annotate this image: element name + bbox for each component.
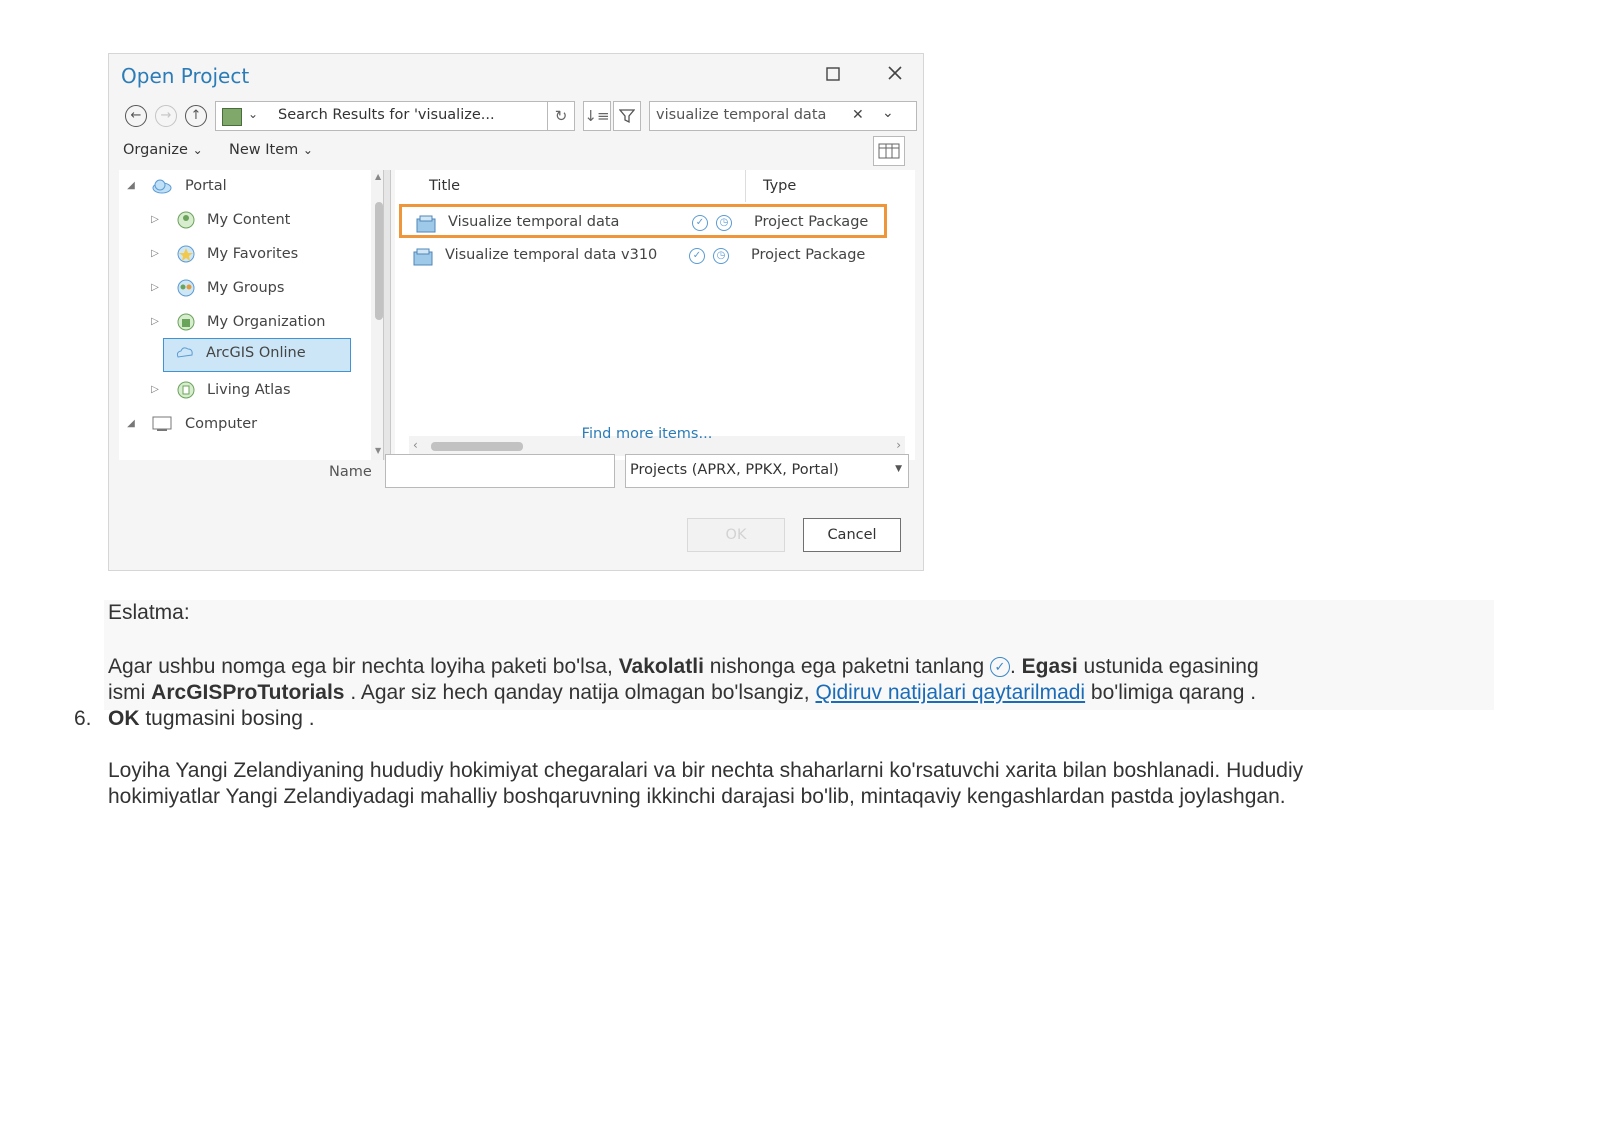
ok-button[interactable]: OK xyxy=(687,518,785,552)
scroll-up-icon[interactable]: ▲ xyxy=(375,172,381,181)
chevron-down-icon: ⌄ xyxy=(302,143,313,157)
back-arrow-icon: ← xyxy=(130,108,142,123)
arcgis-online-cloud-icon xyxy=(176,347,193,358)
file-type-value: Projects (APRX, PPKX, Portal) xyxy=(630,462,839,478)
navigation-toolbar: ← → ↑ ⌄ Search Results for 'visualize...… xyxy=(121,101,917,131)
note-paragraph-line-1: Agar ushbu nomga ega bir nechta loyiha p… xyxy=(108,655,1259,678)
find-more-row: Find more items... xyxy=(109,426,925,442)
dropdown-arrow-icon: ▼ xyxy=(895,464,902,474)
my-content-icon xyxy=(177,211,195,229)
expand-icon[interactable]: ▷ xyxy=(149,384,161,395)
maximize-icon xyxy=(826,67,840,81)
column-header-type[interactable]: Type xyxy=(763,178,796,194)
name-field[interactable] xyxy=(385,454,615,488)
location-path: Search Results for 'visualize... xyxy=(278,107,495,123)
living-atlas-icon xyxy=(177,381,195,399)
view-toggle-button[interactable] xyxy=(873,136,905,166)
forward-arrow-icon: → xyxy=(160,108,172,123)
list-item[interactable]: Visualize temporal data ✓ ◷ Project Pack… xyxy=(399,204,887,238)
tree-item-arcgis-online[interactable]: ArcGIS Online xyxy=(163,338,351,372)
collapse-icon[interactable]: ◢ xyxy=(125,180,137,191)
chevron-down-icon: ⌄ xyxy=(192,143,203,157)
tree-item-my-groups[interactable]: ▷ My Groups xyxy=(119,272,367,306)
tree-item-my-content[interactable]: ▷ My Content xyxy=(119,204,367,238)
chevron-down-icon[interactable]: ⌄ xyxy=(248,107,258,121)
find-more-items-link[interactable]: Find more items... xyxy=(582,426,713,442)
expand-icon[interactable]: ▷ xyxy=(149,282,161,293)
clear-search-icon[interactable]: ✕ xyxy=(852,107,864,123)
forward-button[interactable]: → xyxy=(155,105,177,127)
new-item-menu[interactable]: New Item ⌄ xyxy=(229,142,313,158)
pane-splitter[interactable] xyxy=(383,170,391,460)
note-heading: Eslatma: xyxy=(108,601,190,624)
intro-paragraph-line-1: Loyiha Yangi Zelandiyaning hududiy hokim… xyxy=(108,759,1304,782)
scroll-down-icon[interactable]: ▼ xyxy=(375,446,381,455)
column-divider[interactable] xyxy=(745,170,746,202)
item-type: Project Package xyxy=(754,214,869,230)
refresh-icon: ↻ xyxy=(554,107,568,125)
map-thumbnail-icon xyxy=(222,108,242,126)
name-label: Name xyxy=(329,464,372,480)
no-results-link[interactable]: Qidiruv natijalari qaytarilmadi xyxy=(815,681,1085,704)
item-title: Visualize temporal data v310 xyxy=(445,247,658,263)
intro-paragraph-line-2: hokimiyatlar Yangi Zelandiyadagi mahalli… xyxy=(108,785,1286,808)
details-view-icon xyxy=(878,143,900,159)
project-package-icon xyxy=(416,215,436,233)
sort-button[interactable]: ↓≡ xyxy=(583,101,611,131)
authoritative-check-icon: ✓ xyxy=(989,657,1010,677)
tree-scroll-thumb[interactable] xyxy=(375,202,383,320)
tree-item-portal[interactable]: ◢ Portal xyxy=(119,170,367,204)
cancel-button[interactable]: Cancel xyxy=(803,518,901,552)
organize-menu[interactable]: Organize ⌄ xyxy=(123,142,203,158)
results-list: Title Type Visualize temporal data ✓ ◷ P… xyxy=(395,170,915,460)
dialog-title: Open Project xyxy=(121,64,250,88)
expand-icon[interactable]: ▷ xyxy=(149,248,161,259)
back-button[interactable]: ← xyxy=(125,105,147,127)
step-number: 6. xyxy=(74,707,92,730)
authoritative-badge-icon: ✓ xyxy=(689,248,705,264)
note-paragraph-line-2: ismi ArcGISProTutorials . Agar siz hech … xyxy=(108,681,1257,704)
item-title: Visualize temporal data xyxy=(448,214,620,230)
list-item[interactable]: Visualize temporal data v310 ✓ ◷ Project… xyxy=(399,240,887,274)
refresh-button[interactable]: ↻ xyxy=(547,101,575,131)
navigation-tree: ◢ Portal ▷ My Content ▷ My Favorites ▷ M… xyxy=(119,170,387,460)
open-project-dialog: Open Project ← → ↑ ⌄ Search Results for … xyxy=(108,53,924,571)
location-box[interactable]: ⌄ Search Results for 'visualize... ▼ xyxy=(215,101,575,131)
expand-icon[interactable]: ▷ xyxy=(149,214,161,225)
search-input[interactable]: visualize temporal data ✕ ⌄ xyxy=(649,101,917,131)
search-value: visualize temporal data xyxy=(656,107,827,123)
owner-badge-icon: ◷ xyxy=(716,215,732,231)
list-scroll-thumb[interactable] xyxy=(431,442,523,451)
my-groups-icon xyxy=(177,279,195,297)
search-dropdown-icon[interactable]: ⌄ xyxy=(882,105,894,121)
up-button[interactable]: ↑ xyxy=(185,105,207,127)
close-icon xyxy=(888,66,902,80)
project-package-icon xyxy=(413,248,433,266)
tree-item-living-atlas[interactable]: ▷ Living Atlas xyxy=(119,374,367,408)
item-type: Project Package xyxy=(751,247,866,263)
my-organization-icon xyxy=(177,313,195,331)
close-button[interactable] xyxy=(883,64,907,88)
owner-badge-icon: ◷ xyxy=(713,248,729,264)
filter-button[interactable] xyxy=(613,101,641,131)
my-favorites-icon xyxy=(177,245,195,263)
filter-icon xyxy=(618,109,636,124)
file-type-select[interactable]: Projects (APRX, PPKX, Portal) ▼ xyxy=(625,454,909,488)
expand-icon[interactable]: ▷ xyxy=(149,316,161,327)
authoritative-badge-icon: ✓ xyxy=(692,215,708,231)
up-arrow-icon: ↑ xyxy=(190,108,202,123)
maximize-button[interactable] xyxy=(821,64,845,88)
step-6-text: OK tugmasini bosing . xyxy=(108,707,315,730)
sort-icon: ↓≡ xyxy=(584,107,610,125)
column-header-title[interactable]: Title xyxy=(429,178,460,194)
portal-cloud-icon xyxy=(152,179,172,194)
tree-item-my-organization[interactable]: ▷ My Organization xyxy=(119,306,367,340)
tree-item-my-favorites[interactable]: ▷ My Favorites xyxy=(119,238,367,272)
